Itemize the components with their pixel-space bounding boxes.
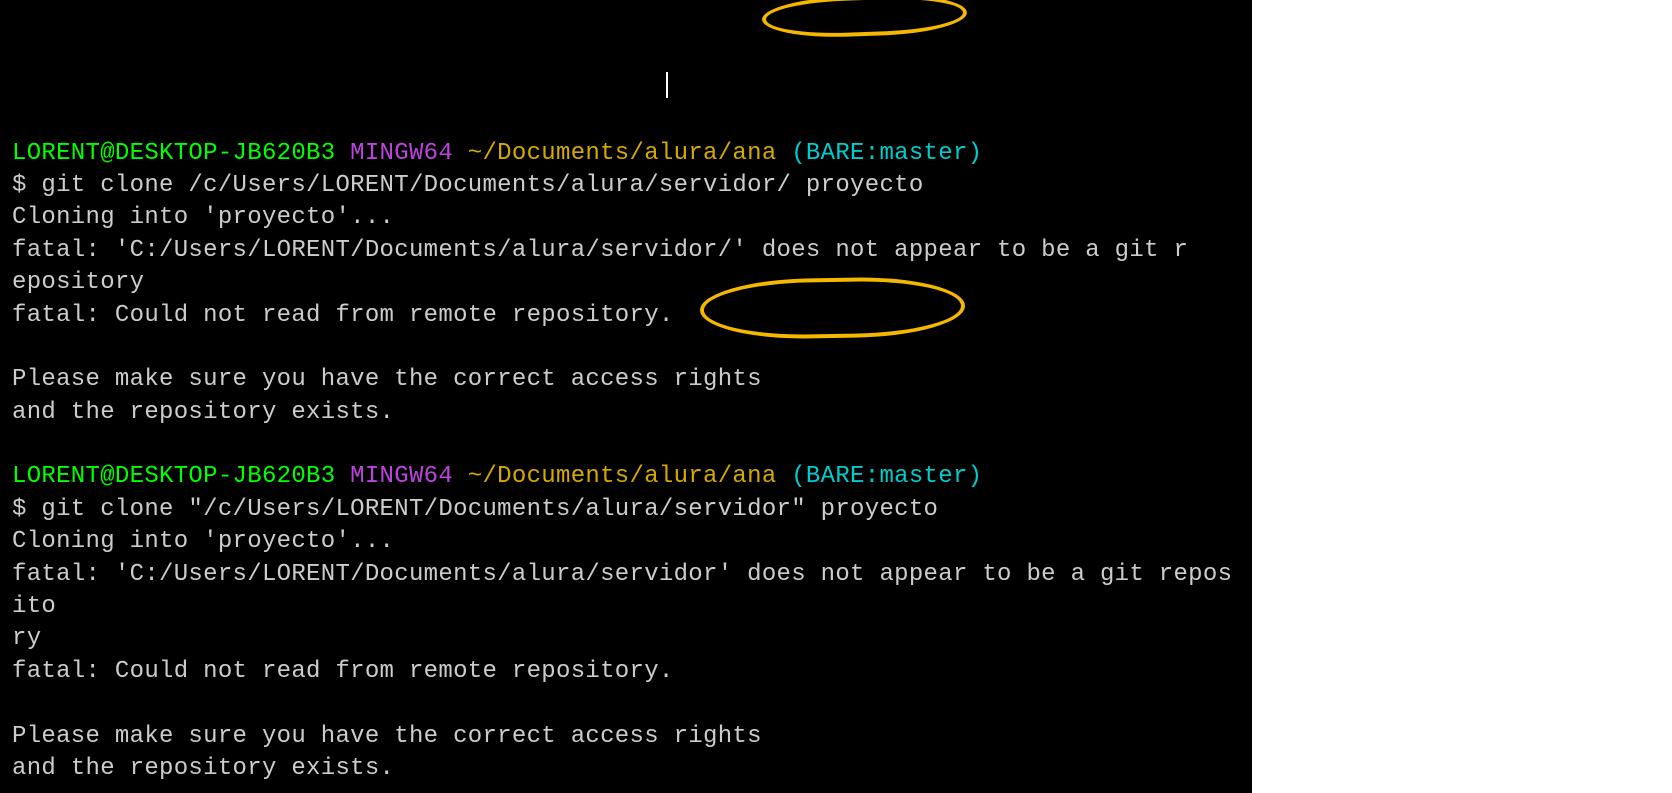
prompt-path: ~/Documents/alura/ana [468, 140, 777, 167]
annotation-circle-2 [699, 276, 965, 341]
prompt-env: MINGW64 [350, 463, 453, 490]
text-cursor [666, 72, 668, 98]
prompt-env: MINGW64 [350, 140, 453, 167]
output-line: fatal: 'C:/Users/LORENT/Documents/alura/… [12, 561, 1232, 620]
prompt-line-2: LORENT@DESKTOP-JB620B3 MINGW64 ~/Documen… [12, 463, 982, 490]
output-line: Please make sure you have the correct ac… [12, 723, 762, 750]
prompt-user: LORENT@DESKTOP-JB620B3 [12, 463, 335, 490]
prompt-symbol: $ [12, 496, 41, 523]
command-line-2: $ git clone "/c/Users/LORENT/Documents/a… [12, 496, 938, 523]
command-text: git clone /c/Users/LORENT/Documents/alur… [41, 172, 923, 199]
annotation-circle-1 [761, 0, 967, 40]
command-line-1: $ git clone /c/Users/LORENT/Documents/al… [12, 172, 924, 199]
output-line: fatal: Could not read from remote reposi… [12, 658, 674, 685]
prompt-user: LORENT@DESKTOP-JB620B3 [12, 140, 335, 167]
command-text: git clone "/c/Users/LORENT/Documents/alu… [41, 496, 938, 523]
output-line: Please make sure you have the correct ac… [12, 366, 762, 393]
output-line: ry [12, 625, 41, 652]
output-line: fatal: 'C:/Users/LORENT/Documents/alura/… [12, 237, 1188, 264]
output-line: epository [12, 269, 144, 296]
prompt-symbol: $ [12, 172, 41, 199]
prompt-branch: (BARE:master) [791, 463, 982, 490]
output-line: Cloning into 'proyecto'... [12, 528, 394, 555]
prompt-path: ~/Documents/alura/ana [468, 463, 777, 490]
terminal-window[interactable]: LORENT@DESKTOP-JB620B3 MINGW64 ~/Documen… [0, 0, 1252, 793]
output-line: fatal: Could not read from remote reposi… [12, 302, 674, 329]
output-line: Cloning into 'proyecto'... [12, 204, 394, 231]
output-line: and the repository exists. [12, 755, 394, 782]
prompt-line-1: LORENT@DESKTOP-JB620B3 MINGW64 ~/Documen… [12, 140, 982, 167]
output-line: and the repository exists. [12, 399, 394, 426]
prompt-branch: (BARE:master) [791, 140, 982, 167]
